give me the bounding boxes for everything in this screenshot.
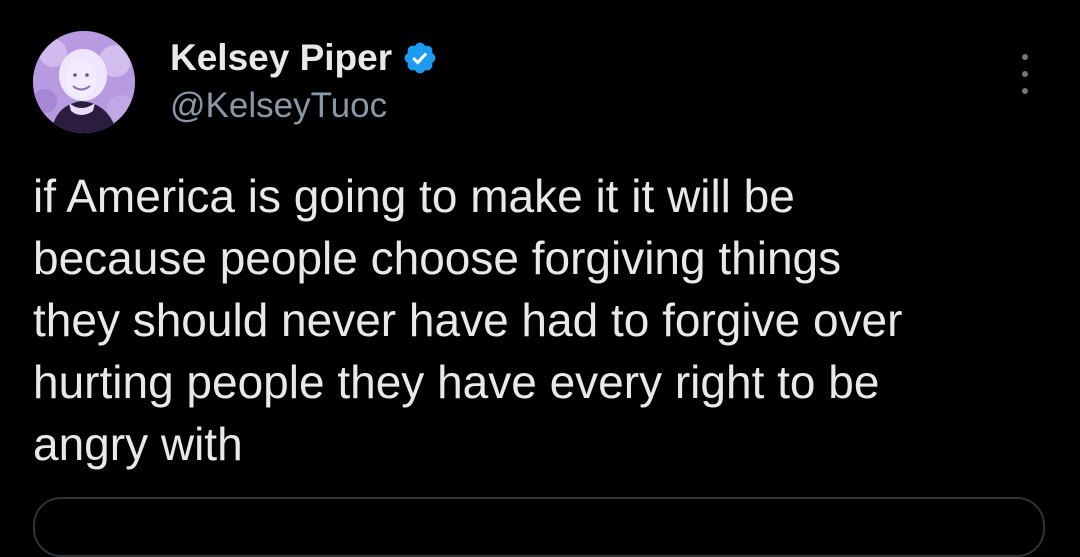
quoted-tweet-card[interactable]: [33, 497, 1045, 557]
avatar[interactable]: [33, 31, 135, 133]
tweet-text: if America is going to make it it will b…: [33, 170, 903, 470]
author-handle[interactable]: @KelseyTuoc: [170, 86, 387, 126]
more-dot: [1022, 71, 1028, 77]
tweet[interactable]: Kelsey Piper @KelseyTuoc if America is g…: [0, 0, 1080, 557]
verified-badge-icon[interactable]: [402, 40, 438, 76]
author-display-name[interactable]: Kelsey Piper: [170, 37, 392, 79]
more-options-icon[interactable]: [1012, 54, 1038, 94]
avatar-image: [33, 31, 135, 133]
more-dot: [1022, 54, 1028, 60]
author-name-row[interactable]: Kelsey Piper: [170, 36, 438, 80]
more-dot: [1022, 88, 1028, 94]
